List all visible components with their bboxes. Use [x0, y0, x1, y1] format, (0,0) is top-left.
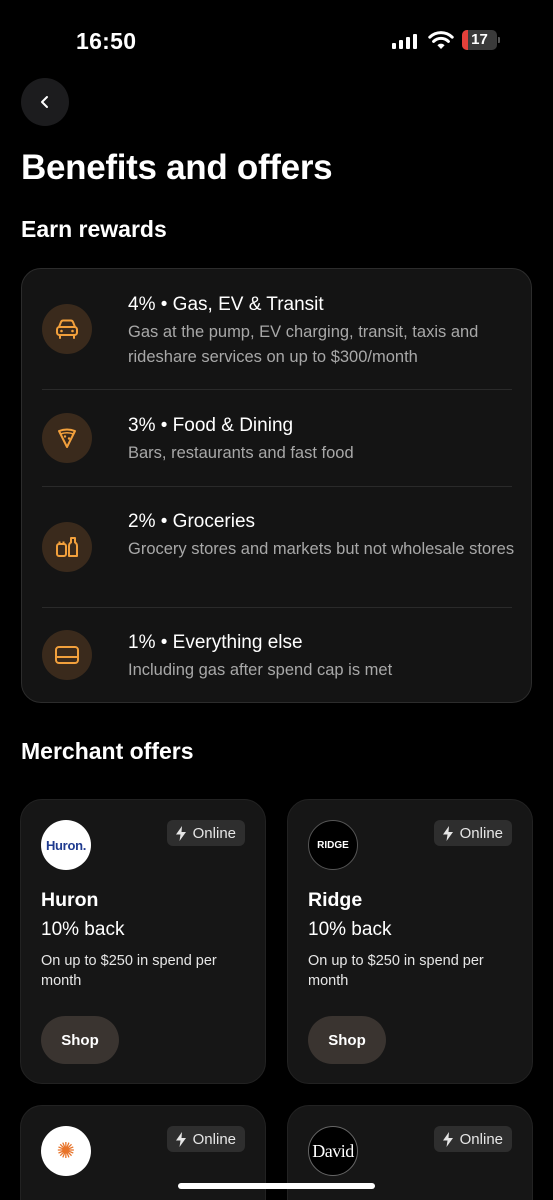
- reward-title: 2% • Groceries: [128, 511, 256, 532]
- home-indicator[interactable]: [178, 1183, 375, 1189]
- earn-rewards-heading: Earn rewards: [21, 216, 167, 242]
- battery-icon: 17: [462, 30, 500, 50]
- earn-rewards-card: 4% • Gas, EV & Transit Gas at the pump, …: [21, 268, 532, 703]
- sunburst-logo: ✺: [41, 1126, 91, 1176]
- reward-title: 3% • Food & Dining: [128, 415, 294, 436]
- offer-terms: On up to $250 in spend per month: [41, 953, 217, 989]
- status-time: 16:50: [76, 28, 137, 54]
- reward-row-everything-else: 1% • Everything else Including gas after…: [42, 607, 512, 704]
- battery-level: 17: [471, 31, 488, 48]
- offer-terms: On up to $250 in spend per month: [308, 953, 484, 989]
- status-bar: 16:50 17: [0, 0, 553, 80]
- reward-description: Gas at the pump, EV charging, transit, t…: [128, 323, 479, 366]
- grocery-icon: [42, 522, 92, 572]
- merchant-name: Ridge: [308, 889, 363, 911]
- pizza-icon: [42, 413, 92, 463]
- lightning-icon: [175, 1131, 186, 1147]
- online-badge: Online: [433, 1126, 512, 1152]
- reward-row-gas: 4% • Gas, EV & Transit Gas at the pump, …: [42, 269, 512, 390]
- reward-description: Bars, restaurants and fast food: [128, 444, 354, 462]
- car-icon: [42, 304, 92, 354]
- reward-title: 1% • Everything else: [128, 632, 303, 653]
- card-icon: [42, 630, 92, 680]
- david-logo: David: [308, 1126, 358, 1176]
- back-button[interactable]: [21, 78, 69, 126]
- reward-description: Grocery stores and markets but not whole…: [128, 540, 515, 558]
- lightning-icon: [442, 1131, 453, 1147]
- lightning-icon: [442, 825, 453, 841]
- online-badge: Online: [166, 820, 245, 846]
- online-badge: Online: [166, 1126, 245, 1152]
- shop-button[interactable]: Shop: [308, 1016, 386, 1064]
- cellular-signal-icon: [392, 34, 417, 49]
- ridge-logo: RIDGE: [308, 820, 358, 870]
- lightning-icon: [175, 825, 186, 841]
- wifi-icon: [428, 31, 454, 49]
- offer-card-ridge[interactable]: RIDGE Online Ridge 10% back On up to $25…: [287, 799, 533, 1084]
- chevron-left-icon: [41, 96, 48, 108]
- offer-card-huron[interactable]: Huron. Online Huron 10% back On up to $2…: [20, 799, 266, 1084]
- offer-rate: 10% back: [41, 919, 125, 940]
- reward-title: 4% • Gas, EV & Transit: [128, 294, 324, 315]
- shop-button[interactable]: Shop: [41, 1016, 119, 1064]
- huron-logo: Huron.: [41, 820, 91, 870]
- reward-row-food: 3% • Food & Dining Bars, restaurants and…: [42, 390, 512, 487]
- offer-rate: 10% back: [308, 919, 392, 940]
- online-badge: Online: [433, 820, 512, 846]
- merchant-name: Huron: [41, 889, 99, 911]
- reward-description: Including gas after spend cap is met: [128, 661, 393, 679]
- page-title: Benefits and offers: [21, 148, 333, 187]
- reward-row-groceries: 2% • Groceries Grocery stores and market…: [42, 486, 514, 608]
- merchant-offers-heading: Merchant offers: [21, 738, 194, 764]
